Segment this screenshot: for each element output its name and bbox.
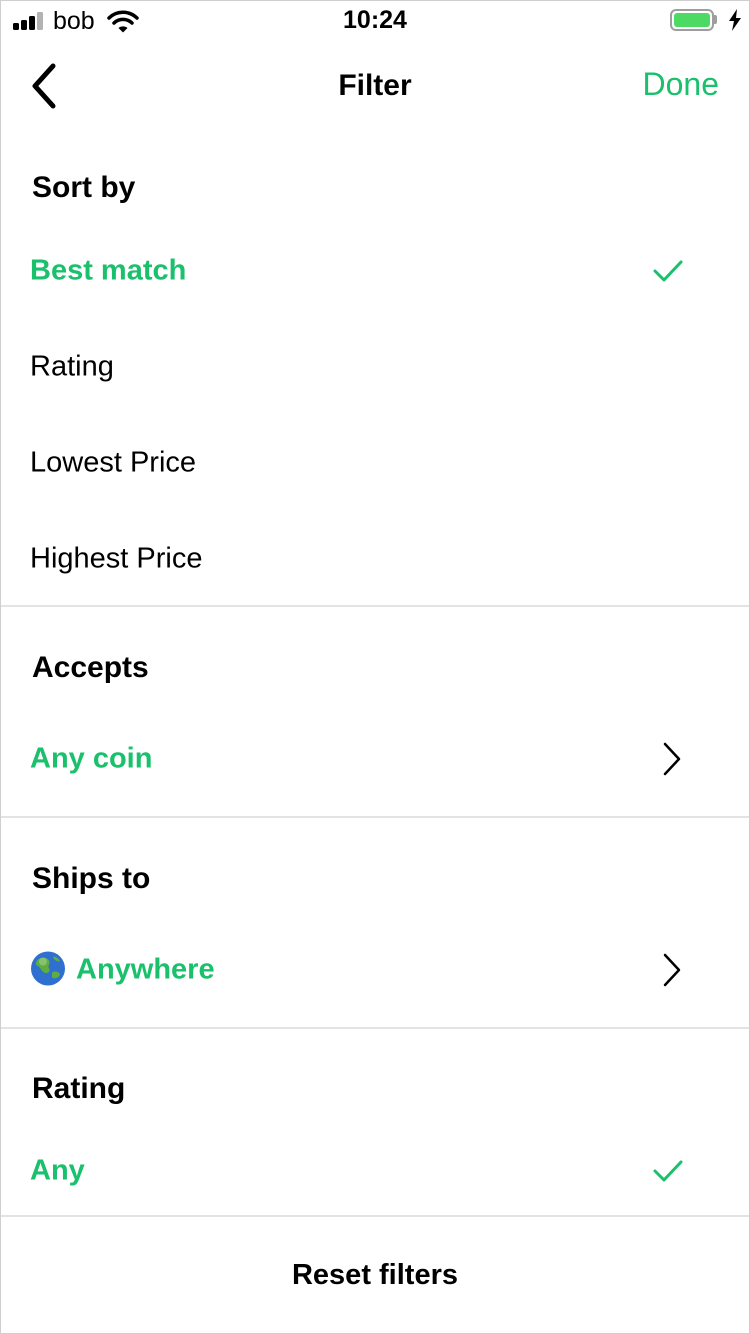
- status-time: 10:24: [343, 6, 407, 34]
- battery-icon: [670, 9, 714, 31]
- page-title: Filter: [338, 69, 412, 102]
- ships-to-selector[interactable]: Anywhere: [1, 922, 749, 1018]
- sort-option-label: Lowest Price: [30, 446, 197, 479]
- filter-screen: bob 10:24 Filter Done Sort by Best match…: [0, 0, 750, 1334]
- chevron-right-icon: [663, 742, 681, 776]
- sort-option-highest-price[interactable]: Highest Price: [1, 511, 749, 607]
- rating-value: Any: [30, 1154, 85, 1187]
- accepts-selector[interactable]: Any coin: [1, 711, 749, 807]
- reset-filters-label: Reset filters: [291, 1259, 458, 1291]
- battery-level: [674, 13, 710, 27]
- battery-cap: [714, 15, 717, 24]
- sort-option-rating[interactable]: Rating: [1, 319, 749, 415]
- accepts-heading: Accepts: [32, 651, 149, 684]
- reset-filters-button[interactable]: Reset filters: [1, 1217, 749, 1333]
- accepts-value: Any coin: [30, 742, 153, 775]
- chevron-right-icon: [663, 953, 681, 987]
- sort-option-lowest-price[interactable]: Lowest Price: [1, 415, 749, 511]
- sort-option-label: Highest Price: [30, 542, 203, 575]
- globe-icon: [31, 951, 65, 986]
- divider: [1, 605, 749, 607]
- sort-option-label: Best match: [30, 254, 187, 287]
- checkmark-icon: [653, 260, 683, 282]
- divider: [1, 816, 749, 818]
- done-button[interactable]: Done: [643, 66, 720, 103]
- sort-option-label: Rating: [30, 350, 114, 383]
- navigation-bar: Filter Done: [1, 41, 749, 133]
- sort-option-best-match[interactable]: Best match: [1, 223, 749, 319]
- ships-to-value-wrap: Anywhere: [30, 951, 215, 987]
- ships-to-value: Anywhere: [76, 953, 215, 986]
- sort-by-heading: Sort by: [32, 171, 136, 204]
- charging-bolt-icon: [729, 9, 741, 31]
- rating-heading: Rating: [32, 1072, 126, 1105]
- divider: [1, 1027, 749, 1029]
- status-bar: bob 10:24: [1, 1, 749, 41]
- checkmark-icon: [653, 1160, 683, 1182]
- rating-option-any[interactable]: Any: [1, 1123, 749, 1219]
- ships-to-heading: Ships to: [32, 862, 151, 895]
